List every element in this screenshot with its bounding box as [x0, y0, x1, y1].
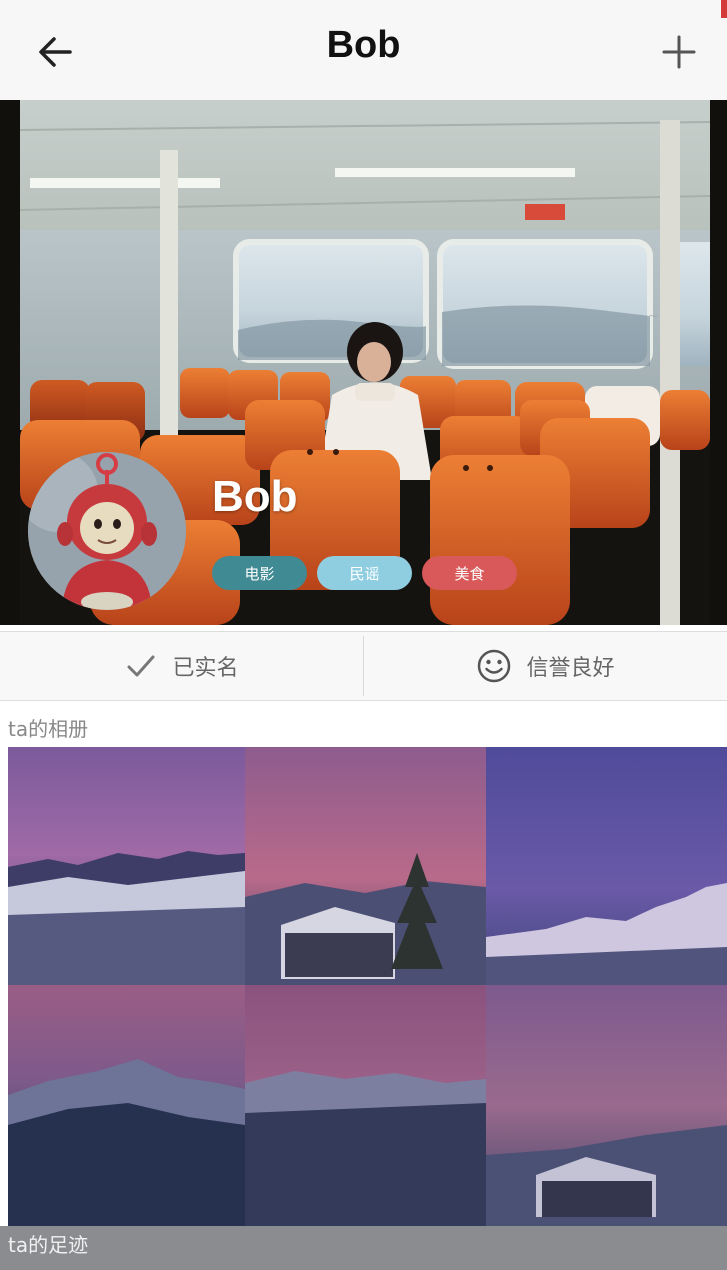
- add-button[interactable]: [655, 28, 703, 76]
- album-photo[interactable]: [486, 985, 727, 1226]
- tag-label: 民谣: [349, 564, 380, 583]
- app-bar: Bob: [0, 0, 727, 100]
- check-icon: [127, 655, 155, 677]
- interest-tags: 电影 民谣 美食: [212, 556, 517, 590]
- avatar[interactable]: [28, 452, 186, 610]
- smiley-icon: [478, 649, 511, 683]
- album-title: ta的相册: [8, 717, 89, 741]
- album-photo[interactable]: [245, 985, 486, 1226]
- tag-movie[interactable]: 电影: [212, 556, 307, 590]
- album-photo[interactable]: [8, 747, 245, 985]
- album-photo[interactable]: [245, 747, 486, 985]
- verification-bar: 已实名 信誉良好: [0, 631, 727, 701]
- avatar-image: [28, 452, 186, 610]
- plus-icon: [662, 35, 696, 69]
- tag-label: 美食: [454, 564, 485, 583]
- tag-folk[interactable]: 民谣: [317, 556, 412, 590]
- profile-name: Bob: [212, 472, 298, 521]
- photo-album: [8, 747, 727, 1226]
- profile-page: Bob Bob 电影 民谣 美食 已实名 信誉良好 ta的相册 ta的足迹: [0, 0, 727, 1270]
- footprint-title: ta的足迹: [0, 1226, 727, 1270]
- album-photo[interactable]: [486, 747, 727, 985]
- credit-label: 信誉良好: [526, 656, 615, 681]
- tag-label: 电影: [244, 564, 275, 583]
- profile-cover: Bob 电影 民谣 美食: [0, 100, 727, 625]
- real-name-label: 已实名: [172, 656, 239, 681]
- page-title: Bob: [326, 24, 401, 66]
- credit-status: 信誉良好: [364, 632, 727, 700]
- tag-food[interactable]: 美食: [422, 556, 517, 590]
- album-photo[interactable]: [8, 985, 245, 1226]
- corner-mark: [721, 0, 727, 18]
- real-name-status: 已实名: [0, 632, 363, 700]
